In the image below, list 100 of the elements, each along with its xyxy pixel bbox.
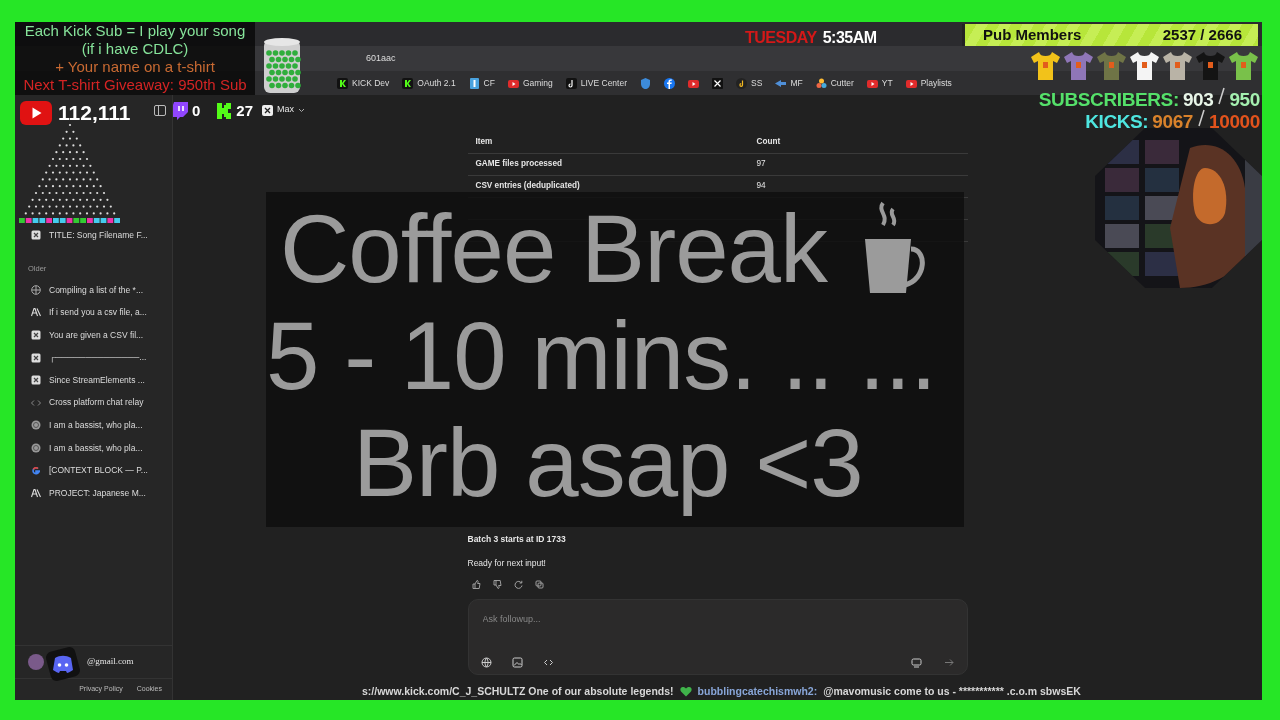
heart-icon — [679, 686, 692, 698]
facebook-icon[interactable] — [664, 77, 676, 89]
arrow-icon — [775, 77, 787, 89]
bookmark-link[interactable]: CF — [468, 76, 495, 90]
x-icon[interactable] — [712, 77, 724, 89]
chat-message: bubblingcatechismwh2: — [697, 684, 818, 699]
code-icon[interactable] — [542, 657, 554, 668]
spiral-icon — [31, 443, 41, 454]
t-shirt-icon — [1228, 50, 1259, 81]
t-shirt-icon — [1063, 50, 1094, 81]
chat-history-item[interactable]: I am a bassist, who pla... — [15, 436, 172, 460]
slash-icon — [1217, 86, 1226, 106]
chat-history-item[interactable]: You are given a CSV fil... — [15, 323, 172, 347]
bookmark-link[interactable]: OAuth 2.1 — [402, 76, 456, 90]
chat-message: @mavomusic come to us - *********** .c.o.m sbwsEK — [823, 684, 1081, 699]
t-shirt-icon — [1162, 50, 1193, 81]
refresh-icon[interactable] — [513, 580, 523, 589]
chat-history-item[interactable]: If i send you a csv file, a... — [15, 301, 172, 324]
model-icon — [262, 104, 273, 116]
subscriber-count: 112,111 — [58, 100, 131, 126]
chat-history-item[interactable]: PROJECT: Japanese M... — [15, 481, 172, 505]
goal-target: 950 — [1229, 88, 1260, 112]
table-cell: GAME files processed — [467, 153, 749, 175]
break-text: 5 - 10 mins. .. ... — [266, 302, 936, 409]
chevron-down-icon — [298, 107, 305, 113]
bookmark-link[interactable]: Gaming — [507, 76, 553, 90]
viewer-count: 27 — [236, 101, 254, 121]
input-field[interactable]: Ask followup... — [480, 612, 955, 628]
ai-logo-icon — [31, 488, 41, 499]
bookmark-link[interactable]: SS — [736, 76, 763, 90]
t-shirt-icon — [1030, 50, 1061, 81]
clock-time: 5:35AM — [822, 28, 877, 48]
play-icon — [507, 77, 519, 89]
spiral-icon — [31, 420, 41, 431]
music-note-icon — [736, 77, 748, 89]
kick-logo-icon — [337, 77, 348, 89]
shield-icon[interactable] — [640, 77, 652, 89]
grid-icon — [31, 230, 41, 241]
youtube-play-icon — [20, 100, 52, 125]
column-header: Item — [467, 131, 749, 153]
chat-history-item[interactable]: Cross platform chat relay — [15, 391, 172, 415]
promo-text: Next T-shirt Giveaway: 950th Sub — [23, 76, 247, 94]
message-text: Batch 3 starts at ID 1733 — [467, 532, 567, 546]
dots-icon — [815, 77, 827, 89]
goal-label: SUBSCRIBERS: — [1038, 88, 1179, 112]
grid-icon — [31, 375, 41, 386]
bookmark-link[interactable]: YT — [866, 76, 893, 90]
bar-icon — [468, 77, 480, 89]
account-email: @gmail.com — [87, 655, 134, 669]
globe-icon[interactable] — [480, 657, 492, 668]
chat-history-item[interactable]: Since StreamElements ... — [15, 368, 172, 392]
promo-text: Each Kick Sub = I play your song — [24, 22, 246, 40]
model-selector[interactable]: Max — [262, 103, 305, 117]
sidebar-toggle-icon[interactable] — [154, 104, 166, 116]
grid-icon — [31, 330, 41, 341]
play-icon — [905, 77, 917, 89]
chat-history-item[interactable]: ┌──────────────... — [15, 346, 172, 369]
viewer-count: 0 — [192, 101, 201, 121]
send-arrow-icon[interactable] — [943, 657, 955, 668]
chat-history-item[interactable]: Compiling a list of the *... — [15, 278, 172, 302]
message-text: Ready for next input! — [467, 557, 547, 570]
image-icon[interactable] — [511, 657, 523, 668]
goal-label: KICKS: — [1085, 110, 1149, 134]
play-icon[interactable] — [688, 77, 700, 89]
bookmark-link[interactable]: Cutter — [815, 76, 854, 90]
code-icon — [31, 397, 41, 408]
t-shirt-icon — [1195, 50, 1226, 81]
bookmark-link[interactable]: KICK Dev — [337, 76, 390, 90]
play-icon — [866, 77, 878, 89]
chat-history-item[interactable]: TITLE: Song Filename F... — [15, 224, 172, 247]
slash-icon — [1197, 108, 1206, 128]
bookmark-link[interactable]: Playlists — [905, 76, 952, 90]
kick-logo-icon — [216, 102, 233, 121]
members-label: Pub Members — [983, 24, 1082, 45]
bookmark-link[interactable]: MF — [775, 76, 803, 90]
copy-icon[interactable] — [534, 580, 544, 589]
google-icon — [31, 465, 41, 476]
break-text: Brb asap <3 — [353, 409, 863, 516]
globe-icon — [31, 284, 41, 295]
t-shirt-icon — [1096, 50, 1127, 81]
kick-logo-icon — [402, 77, 414, 89]
goal-current: 903 — [1182, 88, 1214, 112]
chat-history-item[interactable]: [CONTEXT BLOCK — P... — [15, 459, 172, 482]
music-note-icon — [565, 77, 577, 89]
ai-logo-icon — [31, 307, 41, 318]
bookmark-link[interactable]: LIVE Center — [565, 76, 628, 90]
break-text: Coffee Break — [280, 195, 828, 302]
goal-target: 10000 — [1209, 110, 1260, 134]
jar-drawing — [262, 37, 302, 95]
members-count: 2537 / 2666 — [1162, 24, 1242, 45]
avatar-icon — [28, 654, 44, 670]
t-shirt-icon — [1129, 50, 1160, 81]
twitch-logo-icon — [172, 102, 188, 121]
column-header: Count — [748, 131, 968, 153]
thumbs-down-icon[interactable] — [492, 580, 502, 589]
thumbs-up-icon[interactable] — [471, 580, 481, 589]
table-cell: 97 — [748, 153, 968, 175]
chat-message: s://www.kick.com/C_J_SCHULTZ One of our absolute legends! — [362, 684, 674, 699]
grid-icon — [31, 352, 41, 363]
chat-history-item[interactable]: I am a bassist, who pla... — [15, 414, 172, 437]
